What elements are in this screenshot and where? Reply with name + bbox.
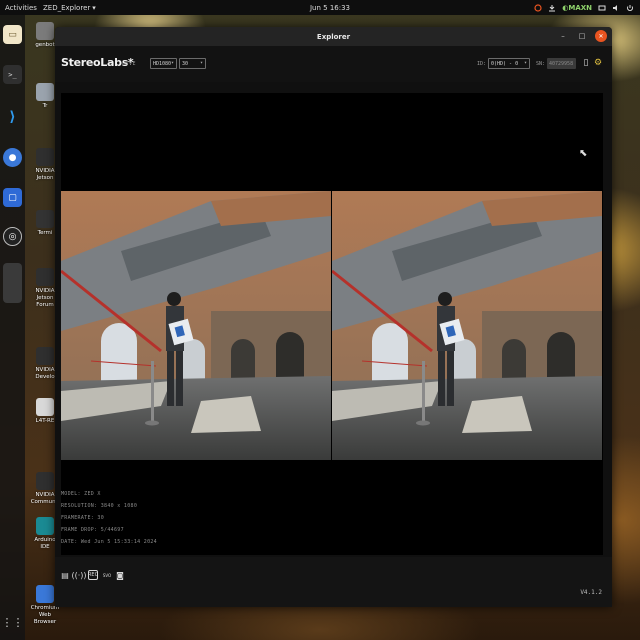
desktop-icon-image bbox=[36, 210, 54, 228]
fps-select[interactable]: 30 ▾ bbox=[179, 58, 206, 69]
camera-id-select[interactable]: 0(HD) - 0 ▾ bbox=[488, 58, 530, 69]
stereo-camera-feed bbox=[61, 191, 603, 460]
desktop-icon-image bbox=[36, 472, 54, 490]
desktop-icon-image bbox=[36, 268, 54, 286]
show-apps-icon[interactable]: ⋮⋮ bbox=[2, 613, 24, 632]
desktop-icon-image bbox=[36, 585, 54, 603]
desktop-icon-image bbox=[36, 517, 54, 535]
info-framerate: FRAMERATE: 30 bbox=[61, 515, 105, 521]
chevron-down-icon: ▾ bbox=[523, 60, 527, 66]
camera-id-value: 0(HD) - 0 bbox=[491, 60, 519, 67]
window-title: Explorer bbox=[316, 32, 351, 41]
terminal-app-icon[interactable]: >_ bbox=[3, 65, 22, 84]
desktop-icon-image bbox=[36, 22, 54, 40]
window-controls: – □ ✕ bbox=[557, 30, 607, 42]
resolution-select[interactable]: HD1080 ▾ bbox=[150, 58, 177, 69]
info-date: DATE: Wed Jun 5 15:33:14 2024 bbox=[61, 539, 157, 545]
app-menu-label: ZED_Explorer bbox=[43, 3, 91, 12]
camera-icon[interactable]: ◙ bbox=[115, 570, 125, 580]
obs-app-icon[interactable]: ◎ bbox=[3, 227, 22, 246]
live-indicator: LIVE bbox=[122, 61, 137, 67]
serial-number-label: SN: bbox=[536, 61, 546, 67]
svo-button[interactable]: SVO bbox=[101, 570, 113, 580]
mouse-cursor-icon: ⬉ bbox=[579, 148, 588, 159]
update-icon[interactable] bbox=[548, 4, 556, 12]
desktop-icon-image bbox=[36, 83, 54, 101]
activities-button[interactable]: Activities bbox=[5, 4, 37, 12]
stream-icon[interactable]: ((·)) bbox=[71, 570, 86, 580]
chevron-down-icon: ▾ bbox=[170, 60, 174, 66]
info-frame-drop: FRAME DROP: 5/44697 bbox=[61, 527, 124, 533]
camera-settings-icon[interactable]: ▯ bbox=[581, 57, 591, 69]
video-viewer[interactable]: ⬉ bbox=[61, 93, 603, 555]
serial-number-field: 40729958 bbox=[547, 58, 576, 69]
serial-number-value: 40729958 bbox=[549, 60, 574, 67]
power-icon[interactable] bbox=[626, 4, 634, 12]
gear-icon[interactable]: ⚙ bbox=[593, 57, 603, 69]
desktop-icon-image bbox=[36, 148, 54, 166]
vscode-app-icon[interactable]: ⟩ bbox=[3, 107, 22, 126]
chevron-down-icon: ▾ bbox=[199, 60, 203, 66]
explorer-window: Explorer – □ ✕ StereoLabs* LIVE HD1080 ▾… bbox=[55, 27, 612, 607]
maximize-button[interactable]: □ bbox=[576, 30, 588, 42]
desktop-icon-label: Chromium Web Browser bbox=[30, 605, 60, 625]
resolution-value: HD1080 bbox=[153, 60, 172, 67]
bottom-toolbar: ▤ ((·)) REC SVO ◙ V4.1.2 bbox=[55, 557, 612, 607]
dock: ▭ >_ ⟩ ● ▢ ◎ ⋮⋮ bbox=[0, 15, 25, 640]
text-editor-app-icon[interactable]: ▢ bbox=[3, 188, 22, 207]
top-bar: Activities ZED_Explorer ▾ Jun 5 16:33 ◐M… bbox=[0, 0, 640, 15]
chevron-down-icon: ▾ bbox=[92, 3, 96, 12]
clock[interactable]: Jun 5 16:33 bbox=[300, 4, 360, 12]
camera-id-label: ID: bbox=[477, 61, 487, 67]
system-tray[interactable]: ◐MAXN bbox=[534, 4, 634, 12]
desktop-icon-image bbox=[36, 347, 54, 365]
minimize-button[interactable]: – bbox=[557, 30, 569, 42]
fps-value: 30 bbox=[182, 60, 189, 67]
ubuntu-pro-icon[interactable] bbox=[534, 3, 542, 12]
app-menu[interactable]: ZED_Explorer ▾ bbox=[43, 4, 96, 12]
chromium-app-icon[interactable]: ● bbox=[3, 148, 22, 167]
volume-icon[interactable] bbox=[612, 4, 620, 12]
version-label: V4.1.2 bbox=[580, 589, 602, 596]
info-model: MODEL: ZED X bbox=[61, 491, 101, 497]
window-titlebar[interactable]: Explorer – □ ✕ bbox=[55, 27, 612, 46]
files-app-icon[interactable]: ▭ bbox=[3, 25, 22, 44]
network-icon[interactable] bbox=[598, 4, 606, 12]
close-button[interactable]: ✕ bbox=[595, 30, 607, 42]
info-resolution: RESOLUTION: 3840 x 1080 bbox=[61, 503, 138, 509]
app-header: StereoLabs* LIVE HD1080 ▾ 30 ▾ ID: 0(HD)… bbox=[55, 46, 612, 82]
desktop-icon-image bbox=[36, 398, 54, 416]
record-button[interactable]: REC bbox=[88, 570, 98, 580]
running-app-icon[interactable] bbox=[3, 263, 22, 303]
power-mode-text: MAXN bbox=[568, 3, 592, 12]
folder-icon[interactable]: ▤ bbox=[60, 570, 70, 580]
power-mode-label[interactable]: ◐MAXN bbox=[562, 4, 592, 12]
